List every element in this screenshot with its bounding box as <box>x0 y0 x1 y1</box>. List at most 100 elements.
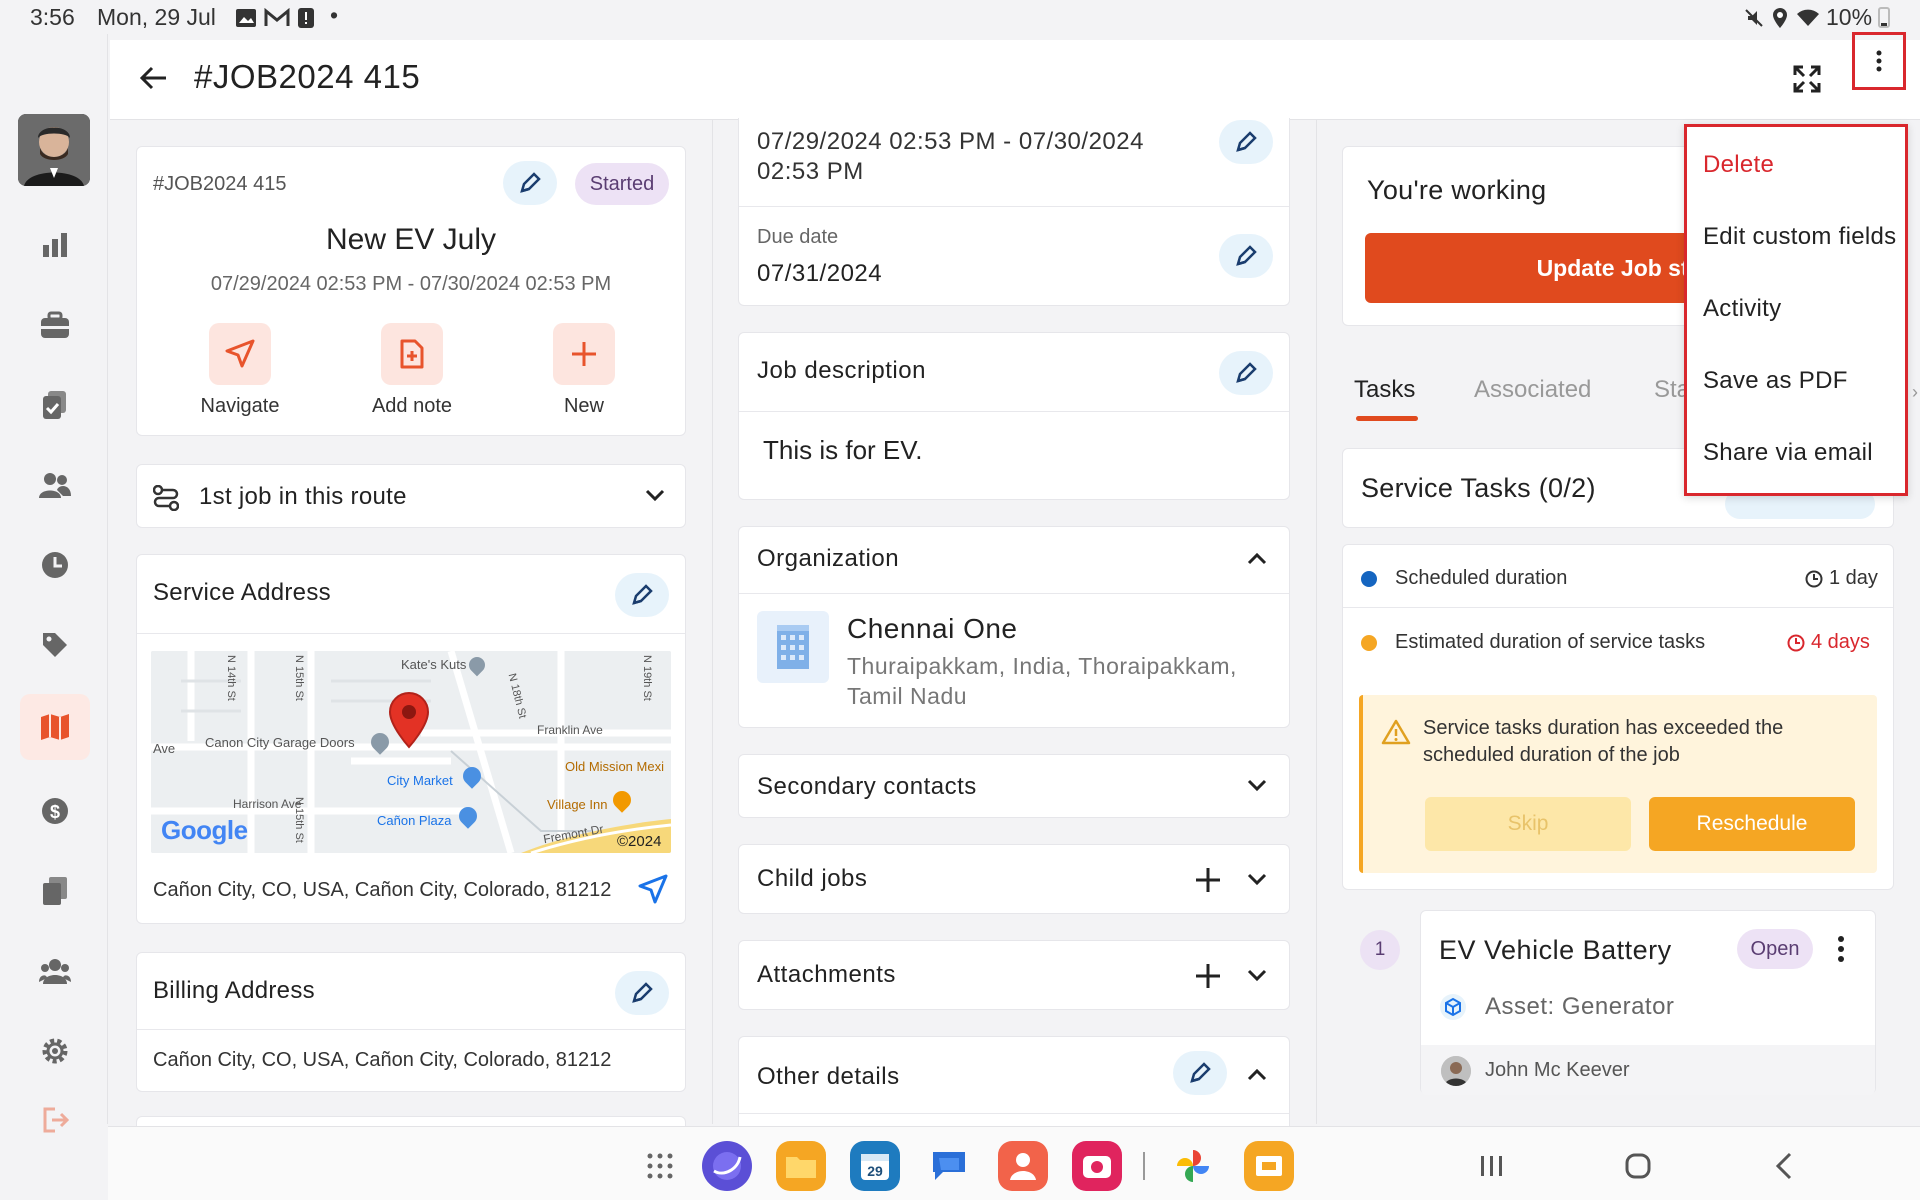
organization-name[interactable]: Chennai One <box>847 613 1018 645</box>
fullscreen-icon[interactable] <box>1788 60 1826 98</box>
map-label: Old Mission Mexi <box>565 759 664 774</box>
app-drawer-icon[interactable] <box>640 1146 680 1186</box>
status-bar: 3:56 Mon, 29 Jul • 10% <box>0 0 1920 34</box>
assignee-avatar <box>1441 1056 1471 1086</box>
edit-schedule-button[interactable] <box>1219 120 1273 164</box>
organization-address: Thuraipakkam, India, Thoraipakkam, Tamil… <box>847 653 1237 709</box>
map-label: Kate's Kuts <box>401 657 467 672</box>
estimated-duration-value: 4 days <box>1811 631 1870 653</box>
pencil-icon <box>632 982 653 1003</box>
menu-delete[interactable]: Delete <box>1687 135 1905 195</box>
service-address-card: Service Address Kate's Kuts Canon City G… <box>136 554 686 924</box>
asset-icon <box>1440 994 1466 1020</box>
photos-app-icon[interactable] <box>1168 1141 1218 1191</box>
attachments-card[interactable]: Attachments <box>738 940 1290 1010</box>
menu-edit-custom-fields[interactable]: Edit custom fields <box>1687 207 1905 267</box>
job-description-text: This is for EV. <box>763 435 923 465</box>
scheduled-duration-label: Scheduled duration <box>1395 567 1568 589</box>
nav-map-icon[interactable] <box>20 694 90 760</box>
nav-documents-icon[interactable] <box>20 858 90 924</box>
add-note-button[interactable] <box>381 323 443 385</box>
files-app-icon[interactable] <box>776 1141 826 1191</box>
nav-tasks-icon[interactable] <box>20 372 90 438</box>
pencil-icon <box>520 172 541 193</box>
nav-customers-icon[interactable] <box>20 452 90 518</box>
map-view[interactable]: Kate's Kuts Canon City Garage Doors Ave … <box>151 651 671 853</box>
contacts-app-icon[interactable] <box>998 1141 1048 1191</box>
warning-text: Service tasks duration has exceeded the … <box>1423 717 1784 766</box>
navigate-icon[interactable] <box>637 873 669 905</box>
skip-button[interactable]: Skip <box>1425 797 1631 851</box>
nav-billing-icon[interactable]: $ <box>20 778 90 844</box>
plus-icon <box>572 342 596 366</box>
tab-tasks[interactable]: Tasks <box>1354 376 1415 404</box>
status-badge: Started <box>575 163 669 205</box>
billing-address-card: Billing Address Cañon City, CO, USA, Cañ… <box>136 952 686 1092</box>
scroll-edge-icon: › <box>1912 382 1918 402</box>
nav-jobs-icon[interactable] <box>20 292 90 358</box>
column-divider <box>712 120 713 1124</box>
home-icon[interactable] <box>1618 1146 1658 1186</box>
edit-due-date-button[interactable] <box>1219 234 1273 278</box>
job-summary-card: #JOB2024 415 Started New EV July 07/29/2… <box>136 146 686 436</box>
menu-activity[interactable]: Activity <box>1687 279 1905 339</box>
edit-description-button[interactable] <box>1219 351 1273 395</box>
nav-timesheet-icon[interactable] <box>20 532 90 598</box>
nav-settings-icon[interactable] <box>20 1018 90 1084</box>
service-address-text: Cañon City, CO, USA, Cañon City, Colorad… <box>153 879 612 901</box>
edit-job-button[interactable] <box>503 161 557 205</box>
billing-address-title: Billing Address <box>153 977 315 1004</box>
calendar-app-icon[interactable]: 29 <box>850 1141 900 1191</box>
chevron-up-icon[interactable] <box>1247 551 1267 565</box>
secondary-contacts-title: Secondary contacts <box>757 773 977 800</box>
navigate-button[interactable] <box>209 323 271 385</box>
task-more-icon[interactable] <box>1837 935 1845 963</box>
secondary-contacts-card[interactable]: Secondary contacts <box>738 754 1290 818</box>
gmail-icon <box>264 8 290 28</box>
nav-logout-icon[interactable] <box>20 1102 90 1138</box>
nav-team-icon[interactable] <box>20 938 90 1004</box>
edit-billing-address-button[interactable] <box>615 971 669 1015</box>
new-button[interactable] <box>553 323 615 385</box>
edit-service-address-button[interactable] <box>615 573 669 617</box>
add-attachment-icon[interactable] <box>1195 963 1221 989</box>
column-divider <box>1316 120 1317 1124</box>
pencil-icon <box>1236 245 1257 266</box>
pencil-icon <box>1236 362 1257 383</box>
map-label: Village Inn <box>547 797 608 812</box>
map-label: N 14th St <box>225 655 237 701</box>
add-child-job-icon[interactable] <box>1195 867 1221 893</box>
task-card[interactable]: EV Vehicle Battery Open Asset: Generator… <box>1420 910 1876 1095</box>
map-label: ©2024 <box>617 833 662 850</box>
service-address-title: Service Address <box>153 579 331 606</box>
route-card[interactable]: 1st job in this route <box>136 464 686 528</box>
back-icon[interactable] <box>1764 1146 1804 1186</box>
status-date: Mon, 29 Jul <box>97 4 216 30</box>
tab-tasks-indicator <box>1356 416 1418 421</box>
avatar[interactable] <box>18 114 90 186</box>
messages-app-icon[interactable] <box>924 1141 974 1191</box>
task-assignee-row: John Mc Keever <box>1421 1045 1875 1095</box>
menu-share-via-email[interactable]: Share via email <box>1687 423 1905 483</box>
slides-app-icon[interactable] <box>1244 1141 1294 1191</box>
internet-app-icon[interactable] <box>702 1141 752 1191</box>
google-logo: Google <box>161 815 248 845</box>
screen-recorder-app-icon[interactable] <box>1072 1141 1122 1191</box>
svg-text:29: 29 <box>867 1163 883 1179</box>
nav-tags-icon[interactable] <box>20 612 90 678</box>
menu-save-as-pdf[interactable]: Save as PDF <box>1687 351 1905 411</box>
more-options-button[interactable] <box>1852 32 1906 90</box>
recent-apps-icon[interactable] <box>1472 1146 1512 1186</box>
child-jobs-card[interactable]: Child jobs <box>738 844 1290 914</box>
add-note-icon <box>400 339 424 369</box>
edit-other-details-button[interactable] <box>1173 1051 1227 1095</box>
working-title: You're working <box>1367 175 1547 205</box>
nav-dashboard-icon[interactable] <box>20 212 90 278</box>
chevron-up-icon[interactable] <box>1247 1067 1267 1081</box>
tab-associated[interactable]: Associated <box>1474 376 1591 404</box>
reschedule-button[interactable]: Reschedule <box>1649 797 1855 851</box>
battery-text: 10% <box>1826 4 1873 30</box>
back-arrow-icon[interactable] <box>134 58 174 98</box>
pencil-icon <box>1236 131 1257 152</box>
job-description-title: Job description <box>757 357 926 384</box>
